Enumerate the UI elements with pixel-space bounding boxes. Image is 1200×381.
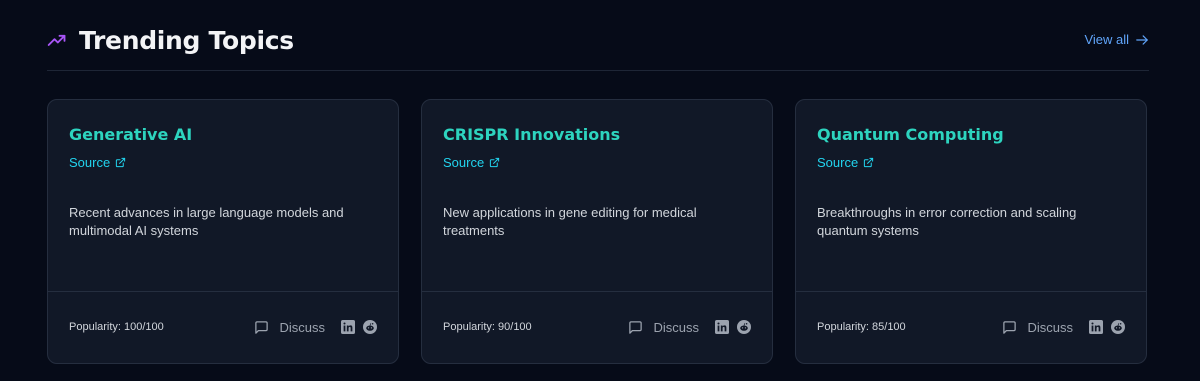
trending-up-icon: [47, 30, 67, 50]
source-link[interactable]: Source: [817, 155, 874, 170]
popularity-score: Popularity: 85/100: [817, 321, 906, 334]
discuss-button[interactable]: Discuss: [628, 320, 699, 335]
card-footer: Popularity: 100/100 Discuss: [48, 290, 398, 363]
discuss-button[interactable]: Discuss: [1002, 320, 1073, 335]
topic-description: Recent advances in large language models…: [69, 205, 344, 238]
source-link[interactable]: Source: [443, 155, 500, 170]
card-footer: Popularity: 90/100 Discuss: [422, 290, 772, 363]
reddit-icon[interactable]: [363, 320, 377, 335]
card-body: CRISPR Innovations Source New applicatio…: [422, 100, 772, 291]
linkedin-icon[interactable]: [715, 320, 729, 335]
title-group: Trending Topics: [47, 22, 294, 58]
external-link-icon: [115, 157, 126, 168]
message-square-icon: [628, 320, 643, 335]
topic-description: New applications in gene editing for med…: [443, 205, 697, 238]
topic-card: Quantum Computing Source Breakthroughs i…: [795, 99, 1147, 364]
source-label: Source: [69, 155, 111, 170]
message-square-icon: [1002, 320, 1017, 335]
discuss-label: Discuss: [1027, 319, 1073, 335]
card-footer: Popularity: 85/100 Discuss: [796, 290, 1146, 363]
section-header: Trending Topics View all: [47, 22, 1149, 71]
topic-description: Breakthroughs in error correction and sc…: [817, 205, 1077, 238]
card-body: Quantum Computing Source Breakthroughs i…: [796, 100, 1146, 291]
topic-title[interactable]: Generative AI: [69, 124, 377, 146]
reddit-icon[interactable]: [737, 320, 751, 335]
page-title: Trending Topics: [79, 25, 294, 55]
linkedin-icon[interactable]: [341, 320, 355, 335]
topic-card: CRISPR Innovations Source New applicatio…: [421, 99, 773, 364]
share-links: [341, 320, 377, 335]
discuss-button[interactable]: Discuss: [254, 320, 325, 335]
topic-title[interactable]: CRISPR Innovations: [443, 124, 751, 146]
external-link-icon: [863, 157, 874, 168]
topic-title[interactable]: Quantum Computing: [817, 124, 1125, 146]
message-square-icon: [254, 320, 269, 335]
view-all-link[interactable]: View all: [1084, 32, 1149, 47]
topic-card: Generative AI Source Recent advances in …: [47, 99, 399, 364]
source-link[interactable]: Source: [69, 155, 126, 170]
source-label: Source: [817, 155, 859, 170]
share-links: [715, 320, 751, 335]
card-actions: Discuss: [628, 320, 751, 335]
arrow-right-icon: [1135, 33, 1149, 47]
share-links: [1089, 320, 1125, 335]
card-actions: Discuss: [254, 320, 377, 335]
popularity-score: Popularity: 90/100: [443, 321, 532, 334]
topic-cards: Generative AI Source Recent advances in …: [47, 99, 1149, 364]
source-label: Source: [443, 155, 485, 170]
card-body: Generative AI Source Recent advances in …: [48, 100, 398, 291]
external-link-icon: [489, 157, 500, 168]
card-actions: Discuss: [1002, 320, 1125, 335]
view-all-label: View all: [1084, 32, 1129, 47]
discuss-label: Discuss: [279, 319, 325, 335]
discuss-label: Discuss: [653, 319, 699, 335]
reddit-icon[interactable]: [1111, 320, 1125, 335]
popularity-score: Popularity: 100/100: [69, 321, 164, 334]
linkedin-icon[interactable]: [1089, 320, 1103, 335]
